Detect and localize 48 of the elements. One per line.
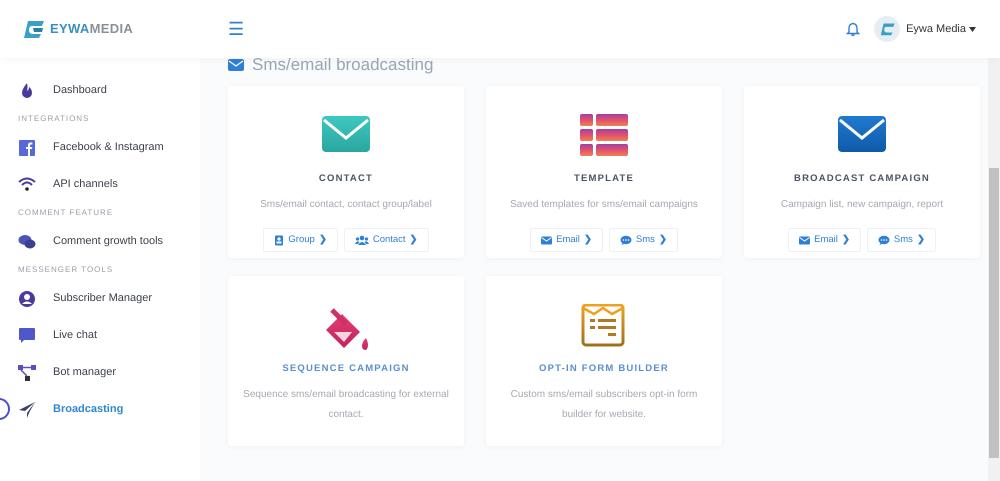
wifi-icon — [18, 176, 36, 194]
link-button[interactable]: Sms ❯ — [608, 228, 678, 252]
card-description: Sequence sms/email broadcasting for external contact. — [242, 388, 450, 422]
card-description: Custom sms/email subscribers opt-in form builder for website. — [510, 388, 698, 422]
card-description: Sms/email contact, contact group/label — [260, 198, 432, 212]
card-description: Saved templates for sms/email campaigns — [510, 198, 698, 212]
flowchart-icon — [18, 364, 36, 382]
card-title: TEMPLATE — [574, 172, 634, 186]
link-button[interactable]: Email ❯ — [530, 228, 603, 252]
caret-icon — [969, 26, 976, 32]
sidebar-section-label: COMMENT FEATURE — [17, 207, 114, 219]
page-title: Sms/email broadcasting — [252, 54, 434, 76]
sidebar-item[interactable]: API channels — [53, 176, 118, 193]
card-description: Campaign list, new campaign, report — [780, 198, 944, 212]
brand-name: EYWAMEDIA — [50, 20, 134, 38]
user-circle-icon — [18, 290, 36, 308]
link-button[interactable]: Group ❯ — [263, 228, 338, 252]
sidebar-item[interactable]: Broadcasting — [53, 401, 124, 418]
card-title: OPT-IN FORM BUILDER — [539, 362, 669, 376]
sidebar-item[interactable]: Live chat — [53, 327, 98, 344]
menu-button[interactable]: ☰ — [228, 20, 244, 38]
facebook-icon — [18, 138, 36, 156]
chat-bubbles-icon — [18, 232, 36, 250]
message-icon — [18, 326, 36, 344]
sidebar-item[interactable]: Bot manager — [53, 364, 116, 381]
sidebar-item[interactable]: Subscriber Manager — [53, 290, 152, 307]
sidebar-section-label: INTEGRATIONS — [17, 113, 90, 125]
card-title: BROADCAST CAMPAIGN — [794, 172, 930, 186]
comment-icon — [620, 234, 632, 246]
sidebar-item[interactable]: Dashboard — [53, 82, 107, 99]
link-button[interactable]: Sms ❯ — [866, 228, 936, 252]
contact-card-icon — [274, 234, 284, 246]
scrollbar[interactable] — [988, 58, 1000, 481]
envelope-icon — [799, 234, 810, 246]
sidebar-section-label: MESSENGER TOOLS — [17, 264, 114, 276]
envelope-icon — [541, 234, 552, 246]
link-button[interactable]: Email ❯ — [788, 228, 861, 252]
users-icon — [354, 234, 369, 246]
sidebar-item[interactable]: Facebook & Instagram — [53, 139, 164, 156]
user-menu-button[interactable]: Eywa Media — [906, 20, 976, 38]
card-title: SEQUENCE CAMPAIGN — [282, 362, 410, 376]
link-button[interactable]: Contact ❯ — [344, 228, 429, 252]
card-title: CONTACT — [318, 172, 374, 186]
paper-plane-icon — [18, 400, 36, 418]
sidebar-item[interactable]: Comment growth tools — [53, 233, 164, 250]
user-avatar[interactable] — [874, 16, 900, 42]
comment-icon — [878, 234, 890, 246]
notification-bell-icon[interactable] — [846, 22, 860, 36]
